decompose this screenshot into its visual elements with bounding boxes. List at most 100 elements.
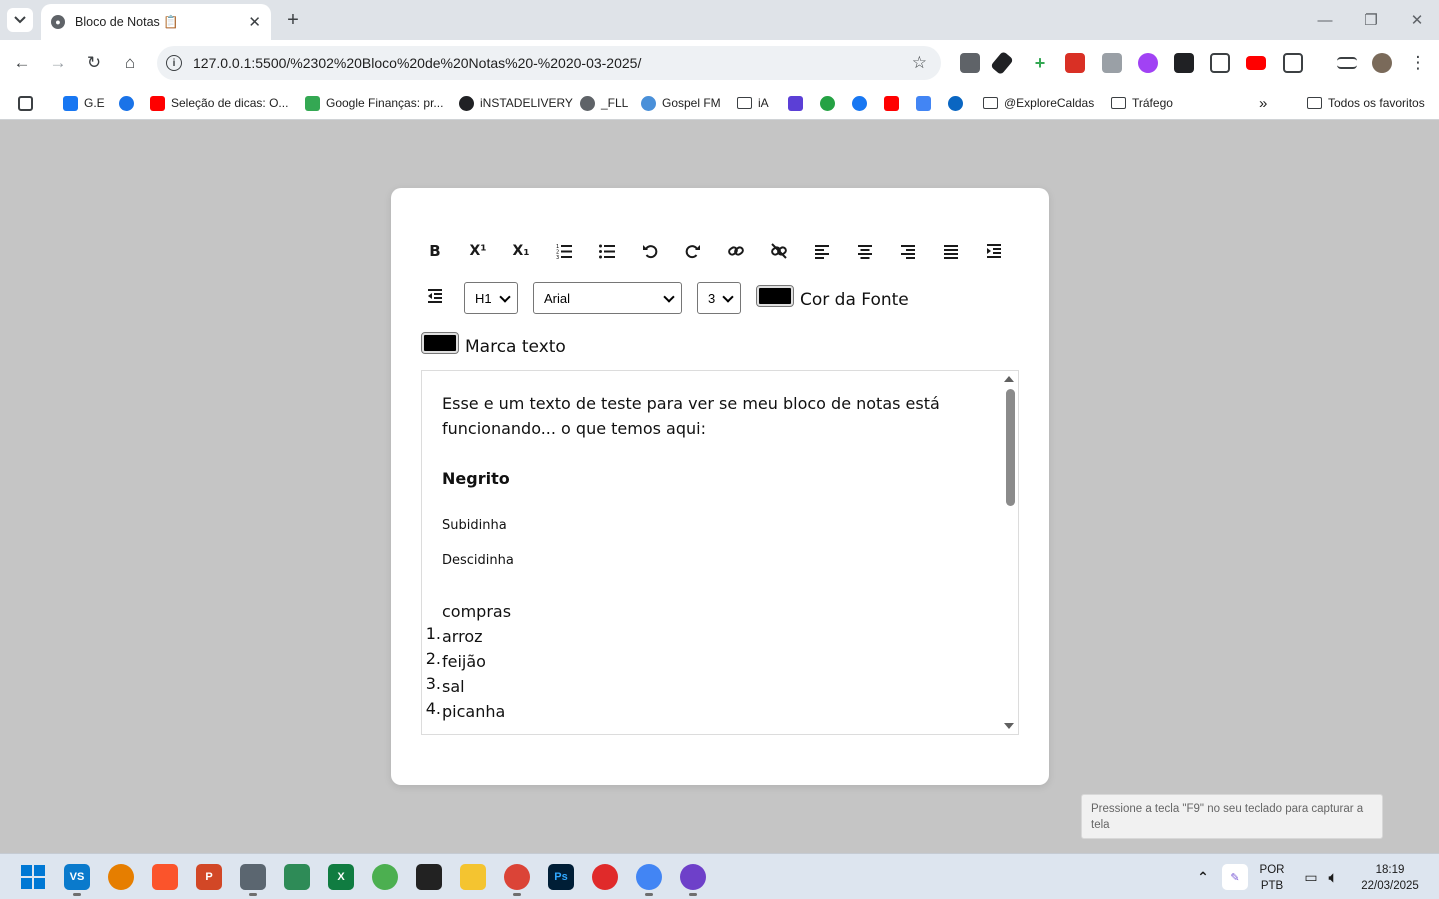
tab-search-button[interactable] (7, 8, 33, 32)
extension-plus-icon[interactable]: + (1030, 53, 1050, 73)
align-right-button[interactable] (897, 240, 919, 262)
bold-button[interactable]: B (424, 240, 446, 262)
unordered-list-icon (599, 244, 615, 259)
bookmark-folder-ia[interactable]: iA (737, 92, 769, 114)
bookmark-selecao[interactable]: Seleção de dicas: O... (150, 92, 288, 114)
finance-icon (305, 95, 320, 111)
subscript-button[interactable]: X₁ (510, 240, 532, 262)
extension-screen-icon[interactable] (960, 53, 980, 73)
game-app-icon[interactable] (416, 864, 442, 890)
media-control-icon[interactable] (1337, 57, 1357, 69)
bookmark-star-icon[interactable]: ☆ (912, 53, 927, 73)
powerpoint-icon[interactable]: P (196, 864, 222, 890)
content-scrollbar[interactable] (1002, 371, 1018, 734)
github-desktop-icon[interactable] (680, 864, 706, 890)
vscode-icon[interactable]: VS (64, 864, 90, 890)
bookmark-app-3[interactable] (916, 92, 937, 114)
outdent-button[interactable] (424, 285, 446, 307)
bookmark-label: Gospel FM (662, 96, 721, 110)
site-info-icon[interactable]: i (166, 55, 182, 71)
capture-app-icon[interactable] (592, 864, 618, 890)
highlight-color-picker[interactable] (421, 332, 459, 354)
extension-eyedropper-icon[interactable] (990, 50, 1014, 76)
extension-code-icon[interactable] (1102, 53, 1122, 73)
installer-icon[interactable] (284, 864, 310, 890)
extension-youtube-icon[interactable] (1246, 56, 1266, 70)
forward-button[interactable]: → (45, 50, 71, 76)
language-indicator[interactable]: POR PTB (1252, 862, 1292, 894)
superscript-button[interactable]: X¹ (467, 240, 489, 262)
all-bookmarks-folder[interactable]: Todos os favoritos (1307, 92, 1425, 114)
extension-gear-icon[interactable] (1138, 53, 1158, 73)
running-indicator (689, 893, 697, 896)
bookmark-instadelivery[interactable]: iNSTADELIVERY (459, 92, 573, 114)
extensions-puzzle-icon[interactable] (1283, 53, 1303, 73)
tab-close-icon[interactable]: ✕ (248, 13, 261, 31)
font-family-select[interactable]: Arial (533, 282, 682, 314)
new-tab-button[interactable]: + (282, 7, 304, 33)
home-icon[interactable]: ⌂ (117, 50, 143, 76)
font-size-select[interactable]: 3 (697, 282, 741, 314)
browser-tab[interactable]: ● Bloco de Notas 📋 ✕ (41, 4, 271, 40)
indent-button[interactable] (983, 240, 1005, 262)
bookmark-fll[interactable]: _FLL (580, 92, 628, 114)
excel-icon[interactable]: X (328, 864, 354, 890)
bookmark-youtube[interactable] (884, 92, 905, 114)
undo-button[interactable] (639, 240, 661, 262)
bookmark-google-financas[interactable]: Google Finanças: pr... (305, 92, 443, 114)
align-center-button[interactable] (854, 240, 876, 262)
heading-select[interactable]: H1 (464, 282, 518, 314)
align-left-button[interactable] (811, 240, 833, 262)
bookmark-folder-explorecaldas[interactable]: @ExploreCaldas (983, 92, 1094, 114)
calculator-icon[interactable] (240, 864, 266, 890)
reload-button[interactable]: ↻ (81, 50, 107, 76)
more-bookmarks-chevron-icon[interactable]: » (1259, 92, 1267, 114)
extension-capture-icon[interactable] (1210, 53, 1230, 73)
bookmark-check[interactable] (119, 92, 140, 114)
bookmark-ge[interactable]: G.E (63, 92, 105, 114)
profile-avatar[interactable] (1372, 53, 1392, 73)
close-window-button[interactable]: ✕ (1403, 8, 1431, 32)
bookmark-label: Google Finanças: pr... (326, 96, 444, 110)
tray-chevron-up-icon[interactable]: ⌃ (1190, 864, 1216, 890)
chrome-profile-icon[interactable] (636, 864, 662, 890)
link-button[interactable] (725, 240, 747, 262)
apps-grid-icon[interactable] (18, 92, 39, 114)
photoshop-icon[interactable]: Ps (548, 864, 574, 890)
menu-kebab-icon[interactable]: ⋮ (1405, 50, 1431, 76)
redo-button[interactable] (682, 240, 704, 262)
unlink-button[interactable] (768, 240, 790, 262)
tray-pen-icon[interactable]: ✎ (1222, 864, 1248, 890)
bookmark-folder-trafego[interactable]: Tráfego (1111, 92, 1173, 114)
bookmark-app-1[interactable] (788, 92, 809, 114)
chevron-down-icon (499, 291, 511, 303)
minimize-button[interactable]: — (1311, 8, 1339, 32)
bookmark-gospel-fm[interactable]: Gospel FM (641, 92, 721, 114)
font-color-picker[interactable] (756, 285, 794, 307)
editable-content-area[interactable]: Esse e um texto de teste para ver se meu… (421, 370, 1019, 735)
scroll-thumb[interactable] (1006, 389, 1015, 506)
address-bar[interactable]: i 127.0.0.1:5500/%2302%20Bloco%20de%20No… (157, 46, 941, 80)
bookmark-app-2[interactable] (820, 92, 841, 114)
search-app-icon[interactable] (108, 864, 134, 890)
volume-icon[interactable]: 🔈︎ (1320, 864, 1346, 890)
url-text[interactable]: 127.0.0.1:5500/%2302%20Bloco%20de%20Nota… (193, 55, 912, 71)
justify-button[interactable] (940, 240, 962, 262)
chrome-icon[interactable] (504, 864, 530, 890)
clock[interactable]: 18:19 22/03/2025 (1352, 862, 1428, 894)
scroll-up-arrow-icon[interactable] (1004, 376, 1014, 382)
ordered-list-button[interactable]: 123 (553, 240, 575, 262)
file-explorer-icon[interactable] (460, 864, 486, 890)
bookmark-facebook[interactable] (852, 92, 873, 114)
unordered-list-button[interactable] (596, 240, 618, 262)
bookmark-onedrive[interactable] (948, 92, 969, 114)
brave-icon[interactable] (152, 864, 178, 890)
globe-icon (580, 95, 595, 111)
back-button[interactable]: ← (9, 50, 35, 76)
scroll-down-arrow-icon[interactable] (1004, 723, 1014, 729)
windows-start-icon[interactable] (20, 864, 46, 890)
extension-font-icon[interactable] (1174, 53, 1194, 73)
photos-icon[interactable] (372, 864, 398, 890)
extension-new-icon[interactable] (1065, 53, 1085, 73)
restore-button[interactable]: ❐ (1357, 8, 1385, 32)
